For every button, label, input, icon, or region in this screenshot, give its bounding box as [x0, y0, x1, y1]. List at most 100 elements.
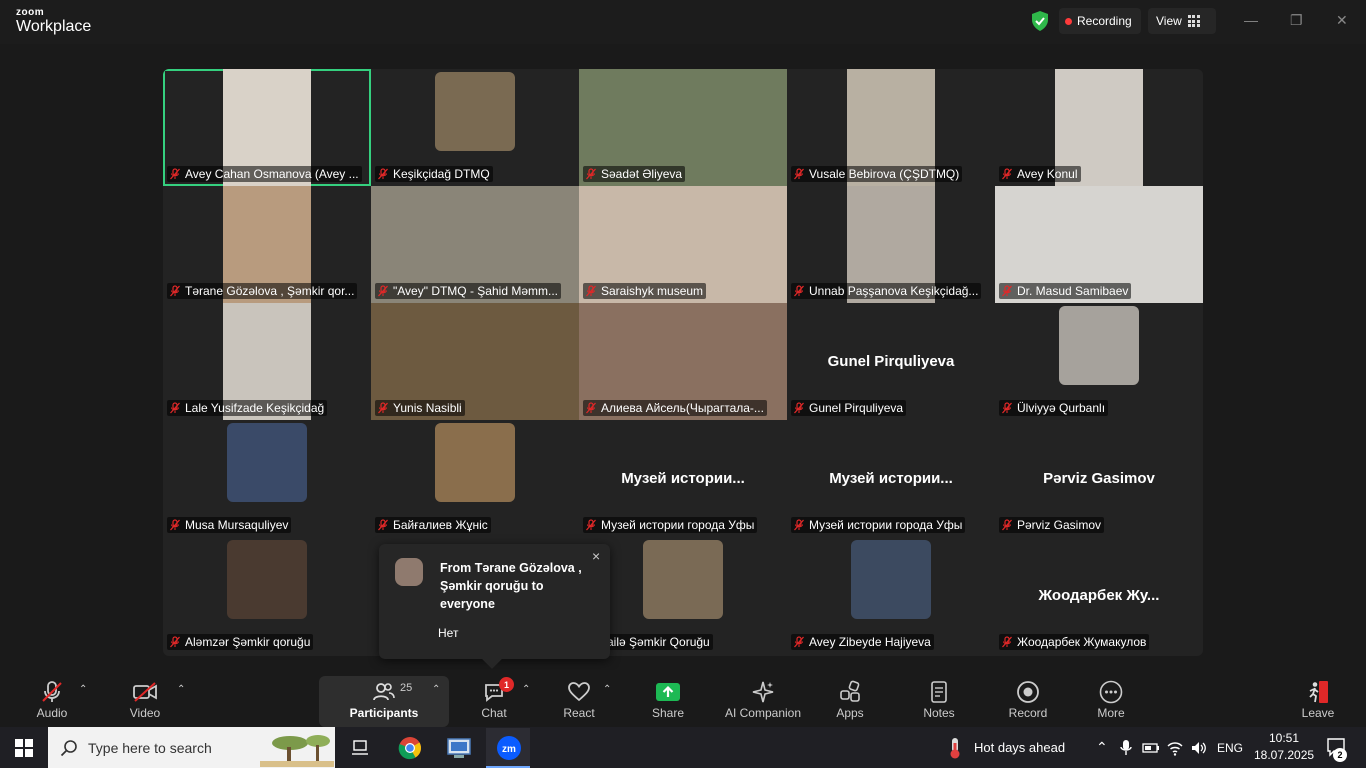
notes-button[interactable]: Notes: [920, 670, 958, 727]
participants-chevron-icon[interactable]: ⌃: [432, 684, 440, 695]
participant-tile[interactable]: Gunel Pirquliyeva Gunel Pirquliyeva: [787, 303, 995, 420]
volume-icon[interactable]: [1190, 739, 1208, 757]
tray-mic-icon[interactable]: [1119, 739, 1133, 757]
participant-tile[interactable]: Keşikçidağ DTMQ: [371, 69, 579, 186]
participant-tile[interactable]: Pərviz Gasimov Pərviz Gasimov: [995, 420, 1203, 537]
participant-name: Avey Cahan Osmanova (Avey ...: [185, 167, 359, 181]
participant-name: Алиева Айсель(Чырагтала-...: [601, 401, 764, 415]
participant-tile[interactable]: Avey Konul: [995, 69, 1203, 186]
mic-muted-icon: [586, 519, 596, 531]
tray-chevron-icon[interactable]: ⌃: [1096, 727, 1108, 768]
title-bar: zoom Workplace Recording View — ❐ ✕: [0, 0, 1366, 44]
more-label: More: [1097, 706, 1125, 720]
zoom-app-icon[interactable]: zm: [497, 736, 521, 760]
participant-tile[interactable]: Dr. Masud Samibaev: [995, 186, 1203, 303]
battery-icon[interactable]: [1142, 740, 1160, 756]
task-view-icon[interactable]: [350, 738, 370, 758]
participant-name: Tərane Gözəlova , Şəmkir qor...: [185, 284, 355, 298]
participant-tile[interactable]: Musa Mursaquliyev: [163, 420, 371, 537]
ai-companion-button[interactable]: AI Companion: [722, 670, 804, 727]
participant-name-label: Жоодарбек Жумакулов: [999, 634, 1150, 650]
mic-muted-icon: [378, 519, 388, 531]
participant-name: "Avey" DTMQ - Şahid Məmm...: [393, 284, 558, 298]
participant-tile[interactable]: Avey Cahan Osmanova (Avey ...: [163, 69, 371, 186]
chat-message: Нет: [438, 626, 459, 640]
record-button[interactable]: Record: [1006, 670, 1050, 727]
participant-name: Gunel Pirquliyeva: [809, 401, 904, 415]
participant-tile[interactable]: Aləmzər Şəmkir qoruğu: [163, 537, 371, 654]
leave-button[interactable]: Leave: [1300, 670, 1336, 727]
participant-tile[interactable]: Vusale Bebirova (ÇŞDTMQ): [787, 69, 995, 186]
participants-button[interactable]: Participants: [350, 670, 418, 727]
participant-tile[interactable]: Səadət Əliyeva: [579, 69, 787, 186]
clock[interactable]: 10:51 18.07.2025: [1254, 730, 1314, 764]
notes-icon: [931, 681, 947, 703]
react-chevron-icon[interactable]: ⌃: [603, 684, 611, 695]
participant-name-label: Музей истории города Уфы: [791, 517, 966, 533]
search-highlight-illustration: [260, 729, 334, 767]
participant-name: Pərviz Gasimov: [1017, 518, 1102, 532]
participant-tile[interactable]: Музей истории... Музей истории города Уфы: [787, 420, 995, 537]
more-button[interactable]: More: [1094, 670, 1128, 727]
participant-tile[interactable]: Lale Yusifzade Keşikçidağ: [163, 303, 371, 420]
mic-muted-icon: [794, 519, 804, 531]
recording-indicator[interactable]: Recording: [1059, 8, 1141, 34]
language-indicator[interactable]: ENG: [1217, 727, 1243, 768]
wifi-icon[interactable]: [1166, 739, 1184, 757]
participant-tile[interactable]: Tərane Gözəlova , Şəmkir qor...: [163, 186, 371, 303]
react-label: React: [563, 706, 595, 720]
participant-name: Yunis Nasibli: [393, 401, 462, 415]
participant-tile[interactable]: Avey Zibeyde Hajiyeva: [787, 537, 995, 654]
share-screen-icon: [656, 683, 680, 701]
participant-tile[interactable]: Байғалиев Жұніс: [371, 420, 579, 537]
chrome-icon[interactable]: [398, 736, 422, 760]
participant-tile[interactable]: Алиева Айсель(Чырагтала-...: [579, 303, 787, 420]
share-button[interactable]: Share: [650, 670, 686, 727]
video-options-chevron-icon[interactable]: ⌃: [177, 684, 185, 695]
brand-bottom: Workplace: [16, 18, 92, 35]
mic-muted-icon: [378, 168, 388, 180]
participant-name-label: Saraishyk museum: [583, 283, 707, 299]
participant-tile[interactable]: Jailə Şəmkir Qoruğu: [579, 537, 787, 654]
chat-chevron-icon[interactable]: ⌃: [522, 684, 530, 695]
audio-options-chevron-icon[interactable]: ⌃: [79, 684, 87, 695]
participant-tile[interactable]: "Avey" DTMQ - Şahid Məmm...: [371, 186, 579, 303]
react-button[interactable]: React: [562, 670, 596, 727]
participant-name-label: Tərane Gözəlova , Şəmkir qor...: [167, 283, 358, 299]
participant-name-label: Ülviyyə Qurbanlı: [999, 400, 1109, 416]
participant-name: Unnab Paşşanova Keşikçidağ...: [809, 284, 979, 298]
camera-off-icon: [133, 682, 157, 702]
apps-button[interactable]: Apps: [832, 670, 868, 727]
audio-button[interactable]: Audio: [32, 670, 72, 727]
participant-tile[interactable]: Музей истории... Музей истории города Уфы: [579, 420, 787, 537]
grid-icon: [1187, 15, 1200, 27]
restore-button[interactable]: ❐: [1290, 12, 1303, 29]
thermometer-icon: [950, 737, 960, 758]
mic-muted-icon: [1002, 636, 1012, 648]
close-window-button[interactable]: ✕: [1336, 12, 1348, 29]
participants-label: Participants: [349, 706, 419, 720]
participant-video: [435, 423, 515, 502]
taskbar-search[interactable]: Type here to search: [48, 727, 335, 768]
view-button[interactable]: View: [1148, 8, 1216, 34]
participant-tile[interactable]: Unnab Paşşanova Keşikçidağ...: [787, 186, 995, 303]
mic-muted-icon: [170, 168, 180, 180]
participant-tile[interactable]: Жоодарбек Жу... Жоодарбек Жумакулов: [995, 537, 1203, 654]
mic-muted-icon: [1002, 402, 1012, 414]
participant-tile[interactable]: Ülviyyə Qurbanlı: [995, 303, 1203, 420]
weather-widget[interactable]: Hot days ahead: [946, 727, 1065, 768]
participant-name: Musa Mursaquliyev: [185, 518, 289, 532]
chat-notification[interactable]: From Tərane Gözəlova , Şəmkir qoruğu to …: [379, 544, 610, 669]
shield-icon[interactable]: [1031, 11, 1049, 31]
participant-name: Жоодарбек Жумакулов: [1017, 635, 1147, 649]
participant-tile[interactable]: Yunis Nasibli: [371, 303, 579, 420]
clock-time: 10:51: [1268, 731, 1300, 745]
video-button[interactable]: Video: [124, 670, 166, 727]
participant-tile[interactable]: Saraishyk museum: [579, 186, 787, 303]
close-icon[interactable]: ×: [592, 548, 600, 564]
minimize-button[interactable]: —: [1244, 12, 1258, 28]
control-panel-icon[interactable]: [446, 736, 472, 760]
windows-start-icon[interactable]: [15, 739, 33, 757]
search-placeholder: Type here to search: [88, 739, 212, 756]
windows-taskbar: Type here to search zm Hot days ahead ⌃ …: [0, 727, 1366, 768]
